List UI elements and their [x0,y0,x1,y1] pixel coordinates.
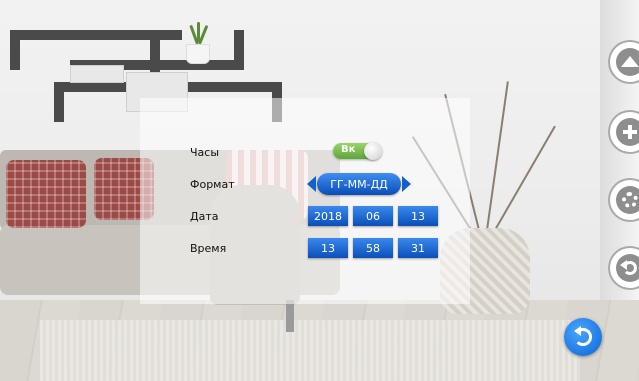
rug [40,320,580,381]
plant-pot [186,44,210,64]
pillow [6,160,86,228]
branch [494,125,556,231]
up-icon [616,48,639,76]
shelf-books [70,65,124,83]
format-selector: ГГ-ММ-ДД [307,173,411,195]
clock-toggle[interactable]: Вк [333,142,382,160]
time-second-field[interactable]: 31 [398,238,438,258]
add-icon [616,118,639,146]
clock-label: Часы [190,146,220,159]
time-label: Время [190,242,227,255]
time-hour-field[interactable]: 13 [308,238,348,258]
date-day-field[interactable]: 13 [398,206,438,226]
date-month-field[interactable]: 06 [353,206,393,226]
sofa-leg [286,300,294,332]
previous-format-arrow-icon[interactable] [307,176,316,192]
next-format-arrow-icon[interactable] [402,176,411,192]
wall-shelf [54,82,64,122]
back-icon [616,254,639,282]
wall-shelf [10,30,20,70]
settings-panel [140,98,470,304]
toggle-knob [364,142,382,160]
format-label: Формат [190,178,235,191]
time-minute-field[interactable]: 58 [353,238,393,258]
date-year-field[interactable]: 2018 [308,206,348,226]
format-value[interactable]: ГГ-ММ-ДД [317,173,401,195]
clock-toggle-label: Вк [341,144,356,155]
date-label: Дата [190,210,219,223]
settings-icon [616,186,639,214]
wall-shelf [234,30,244,70]
return-button[interactable] [564,318,602,356]
